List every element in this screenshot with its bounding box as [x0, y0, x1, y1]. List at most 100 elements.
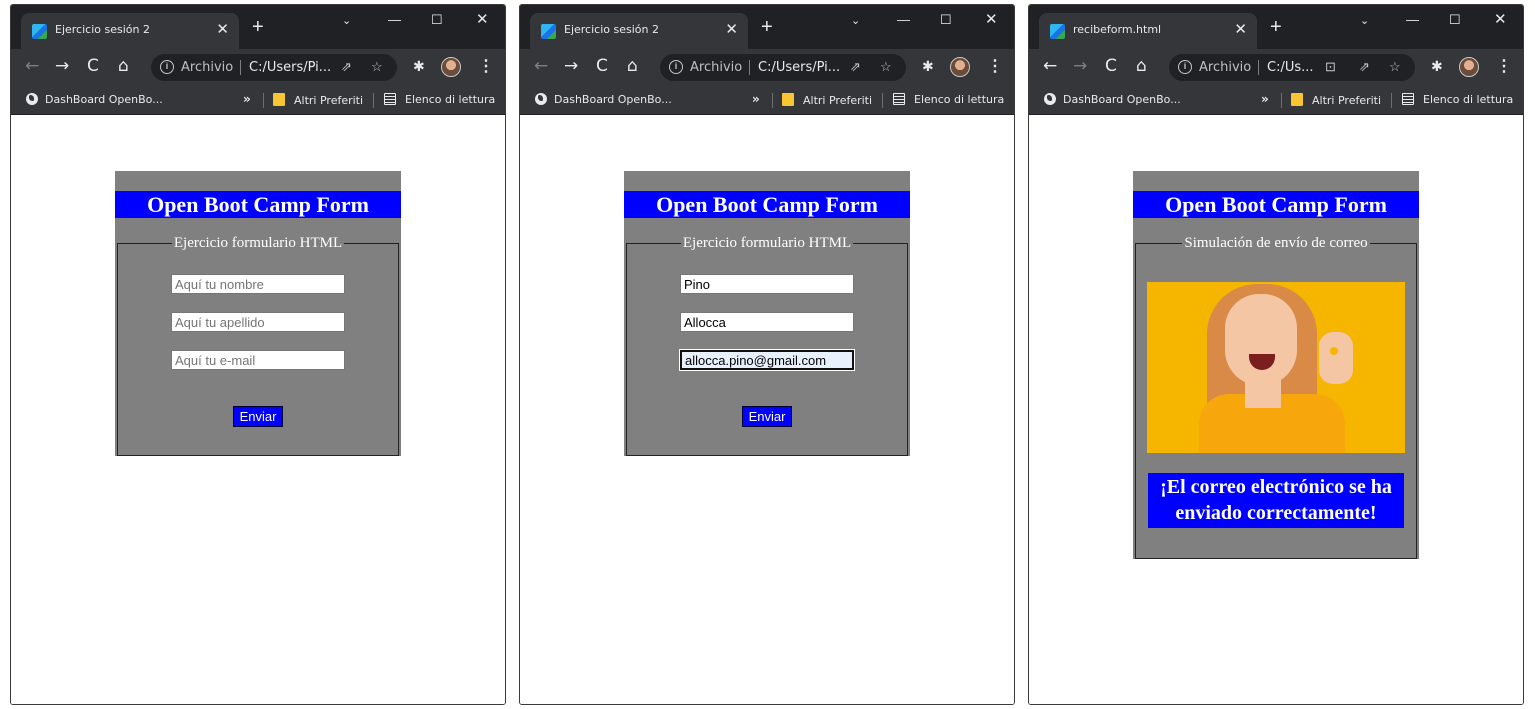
menu-icon[interactable]: ⋮: [1496, 56, 1512, 76]
apellido-input[interactable]: [171, 312, 345, 332]
favicon-icon: [541, 24, 556, 39]
bookmark-altri-preferiti[interactable]: Altri Preferiti: [273, 93, 363, 107]
browser-window-1: Ejercicio sesión 2 ✕ + ⌄ — ☐ ✕ ← → C ⌂ i…: [10, 4, 506, 705]
browser-window-3: recibeform.html ✕ + ⌄ — ☐ ✕ ← → C ⌂ i Ar…: [1028, 4, 1524, 705]
maximize-button[interactable]: ☐: [1449, 12, 1461, 28]
address-bar[interactable]: i Archivio C:/Users/Pi... ⇗ ☆: [151, 54, 397, 81]
reading-list-button[interactable]: Elenco di lettura: [893, 93, 1004, 106]
tab-close-icon[interactable]: ✕: [216, 20, 229, 38]
email-input[interactable]: [171, 350, 345, 370]
bookmark-star-icon[interactable]: ☆: [371, 59, 383, 75]
tab-close-icon[interactable]: ✕: [725, 20, 738, 38]
page-content: Open Boot Camp Form Simulación de envío …: [1029, 116, 1523, 704]
bookmark-altri-preferiti[interactable]: Altri Preferiti: [782, 93, 872, 107]
bookmark-dashboard[interactable]: DashBoard OpenBo...: [1044, 93, 1181, 106]
translate-icon[interactable]: ⊡: [1325, 59, 1336, 75]
tab-title: Ejercicio sesión 2: [564, 23, 659, 36]
divider: [373, 93, 374, 108]
close-window-button[interactable]: ✕: [1494, 10, 1507, 28]
success-message: ¡El correo electrónico se ha enviado cor…: [1148, 473, 1404, 528]
enviar-button[interactable]: Enviar: [232, 406, 284, 427]
bookmark-dashboard[interactable]: DashBoard OpenBo...: [26, 93, 163, 106]
minimize-button[interactable]: —: [388, 12, 401, 27]
share-icon[interactable]: ⇗: [1359, 59, 1370, 75]
nombre-input[interactable]: [171, 274, 345, 294]
form-title: Open Boot Camp Form: [624, 191, 910, 218]
reload-button[interactable]: C: [1105, 56, 1117, 76]
bookmark-dashboard[interactable]: DashBoard OpenBo...: [535, 93, 672, 106]
browser-tab[interactable]: recibeform.html ✕: [1039, 13, 1257, 49]
scheme-label: Archivio: [1199, 60, 1252, 75]
extensions-icon[interactable]: ✱: [1431, 58, 1443, 75]
bookmarks-overflow-button[interactable]: »: [1261, 92, 1269, 106]
extensions-icon[interactable]: ✱: [922, 58, 934, 75]
browser-tab[interactable]: Ejercicio sesión 2 ✕: [21, 13, 239, 49]
menu-icon[interactable]: ⋮: [987, 56, 1003, 76]
tab-search-chevron-icon[interactable]: ⌄: [1360, 14, 1369, 27]
reload-button[interactable]: C: [596, 56, 608, 76]
bookmarks-overflow-button[interactable]: »: [243, 92, 251, 106]
tab-search-chevron-icon[interactable]: ⌄: [851, 14, 860, 27]
minimize-button[interactable]: —: [897, 12, 910, 27]
close-window-button[interactable]: ✕: [985, 10, 998, 28]
new-tab-button[interactable]: +: [252, 17, 264, 37]
fieldset-legend: Ejercicio formulario HTML: [173, 235, 343, 251]
new-tab-button[interactable]: +: [1270, 17, 1282, 37]
forward-button[interactable]: →: [55, 56, 69, 76]
back-button[interactable]: ←: [25, 56, 39, 76]
bookmark-star-icon[interactable]: ☆: [1389, 59, 1401, 75]
address-bar[interactable]: i Archivio C:/Us... ⊡ ⇗ ☆: [1169, 54, 1415, 81]
reload-button[interactable]: C: [87, 56, 99, 76]
share-icon[interactable]: ⇗: [850, 59, 861, 75]
nombre-input[interactable]: [680, 274, 854, 294]
divider: [1258, 60, 1259, 75]
bookmark-label: Altri Preferiti: [294, 94, 364, 107]
home-button[interactable]: ⌂: [118, 56, 129, 76]
tab-search-chevron-icon[interactable]: ⌄: [342, 14, 351, 27]
woman-photo: [1147, 282, 1405, 453]
maximize-button[interactable]: ☐: [431, 12, 443, 28]
home-button[interactable]: ⌂: [1136, 56, 1147, 76]
tab-title: recibeform.html: [1073, 23, 1162, 36]
menu-icon[interactable]: ⋮: [478, 56, 494, 76]
info-icon[interactable]: i: [669, 60, 683, 74]
forward-button[interactable]: →: [1073, 56, 1087, 76]
back-button[interactable]: ←: [534, 56, 548, 76]
info-icon[interactable]: i: [1178, 60, 1192, 74]
browser-tab[interactable]: Ejercicio sesión 2 ✕: [530, 13, 748, 49]
back-button[interactable]: ←: [1043, 56, 1057, 76]
profile-avatar[interactable]: [1459, 57, 1479, 77]
profile-avatar[interactable]: [441, 57, 461, 77]
profile-avatar[interactable]: [950, 57, 970, 77]
reading-list-icon: [893, 93, 905, 105]
close-window-button[interactable]: ✕: [476, 10, 489, 28]
url-text[interactable]: C:/Users/Pi...: [758, 60, 840, 75]
folder-icon: [273, 93, 285, 106]
new-tab-button[interactable]: +: [761, 17, 773, 37]
extensions-icon[interactable]: ✱: [413, 58, 425, 75]
url-text[interactable]: C:/Users/Pi...: [249, 60, 331, 75]
share-icon[interactable]: ⇗: [341, 59, 352, 75]
browser-window-2: Ejercicio sesión 2 ✕ + ⌄ — ☐ ✕ ← → C ⌂ i…: [519, 4, 1015, 705]
form-container: Open Boot Camp Form Ejercicio formulario…: [624, 171, 910, 456]
home-button[interactable]: ⌂: [627, 56, 638, 76]
minimize-button[interactable]: —: [1406, 12, 1419, 27]
email-input[interactable]: [679, 349, 855, 371]
reading-list-button[interactable]: Elenco di lettura: [384, 93, 495, 106]
reading-list-button[interactable]: Elenco di lettura: [1402, 93, 1513, 106]
forward-button[interactable]: →: [564, 56, 578, 76]
enviar-button[interactable]: Enviar: [741, 406, 793, 427]
info-icon[interactable]: i: [160, 60, 174, 74]
maximize-button[interactable]: ☐: [940, 12, 952, 28]
address-bar[interactable]: i Archivio C:/Users/Pi... ⇗ ☆: [660, 54, 906, 81]
form-container: Open Boot Camp Form Ejercicio formulario…: [115, 171, 401, 456]
bookmark-label: Elenco di lettura: [1423, 93, 1514, 106]
bookmark-altri-preferiti[interactable]: Altri Preferiti: [1291, 93, 1381, 107]
form-title: Open Boot Camp Form: [1133, 191, 1419, 218]
bookmarks-overflow-button[interactable]: »: [752, 92, 760, 106]
apellido-input[interactable]: [680, 312, 854, 332]
bookmark-star-icon[interactable]: ☆: [880, 59, 892, 75]
url-text[interactable]: C:/Us...: [1267, 60, 1314, 75]
divider: [772, 93, 773, 108]
tab-close-icon[interactable]: ✕: [1234, 20, 1247, 38]
